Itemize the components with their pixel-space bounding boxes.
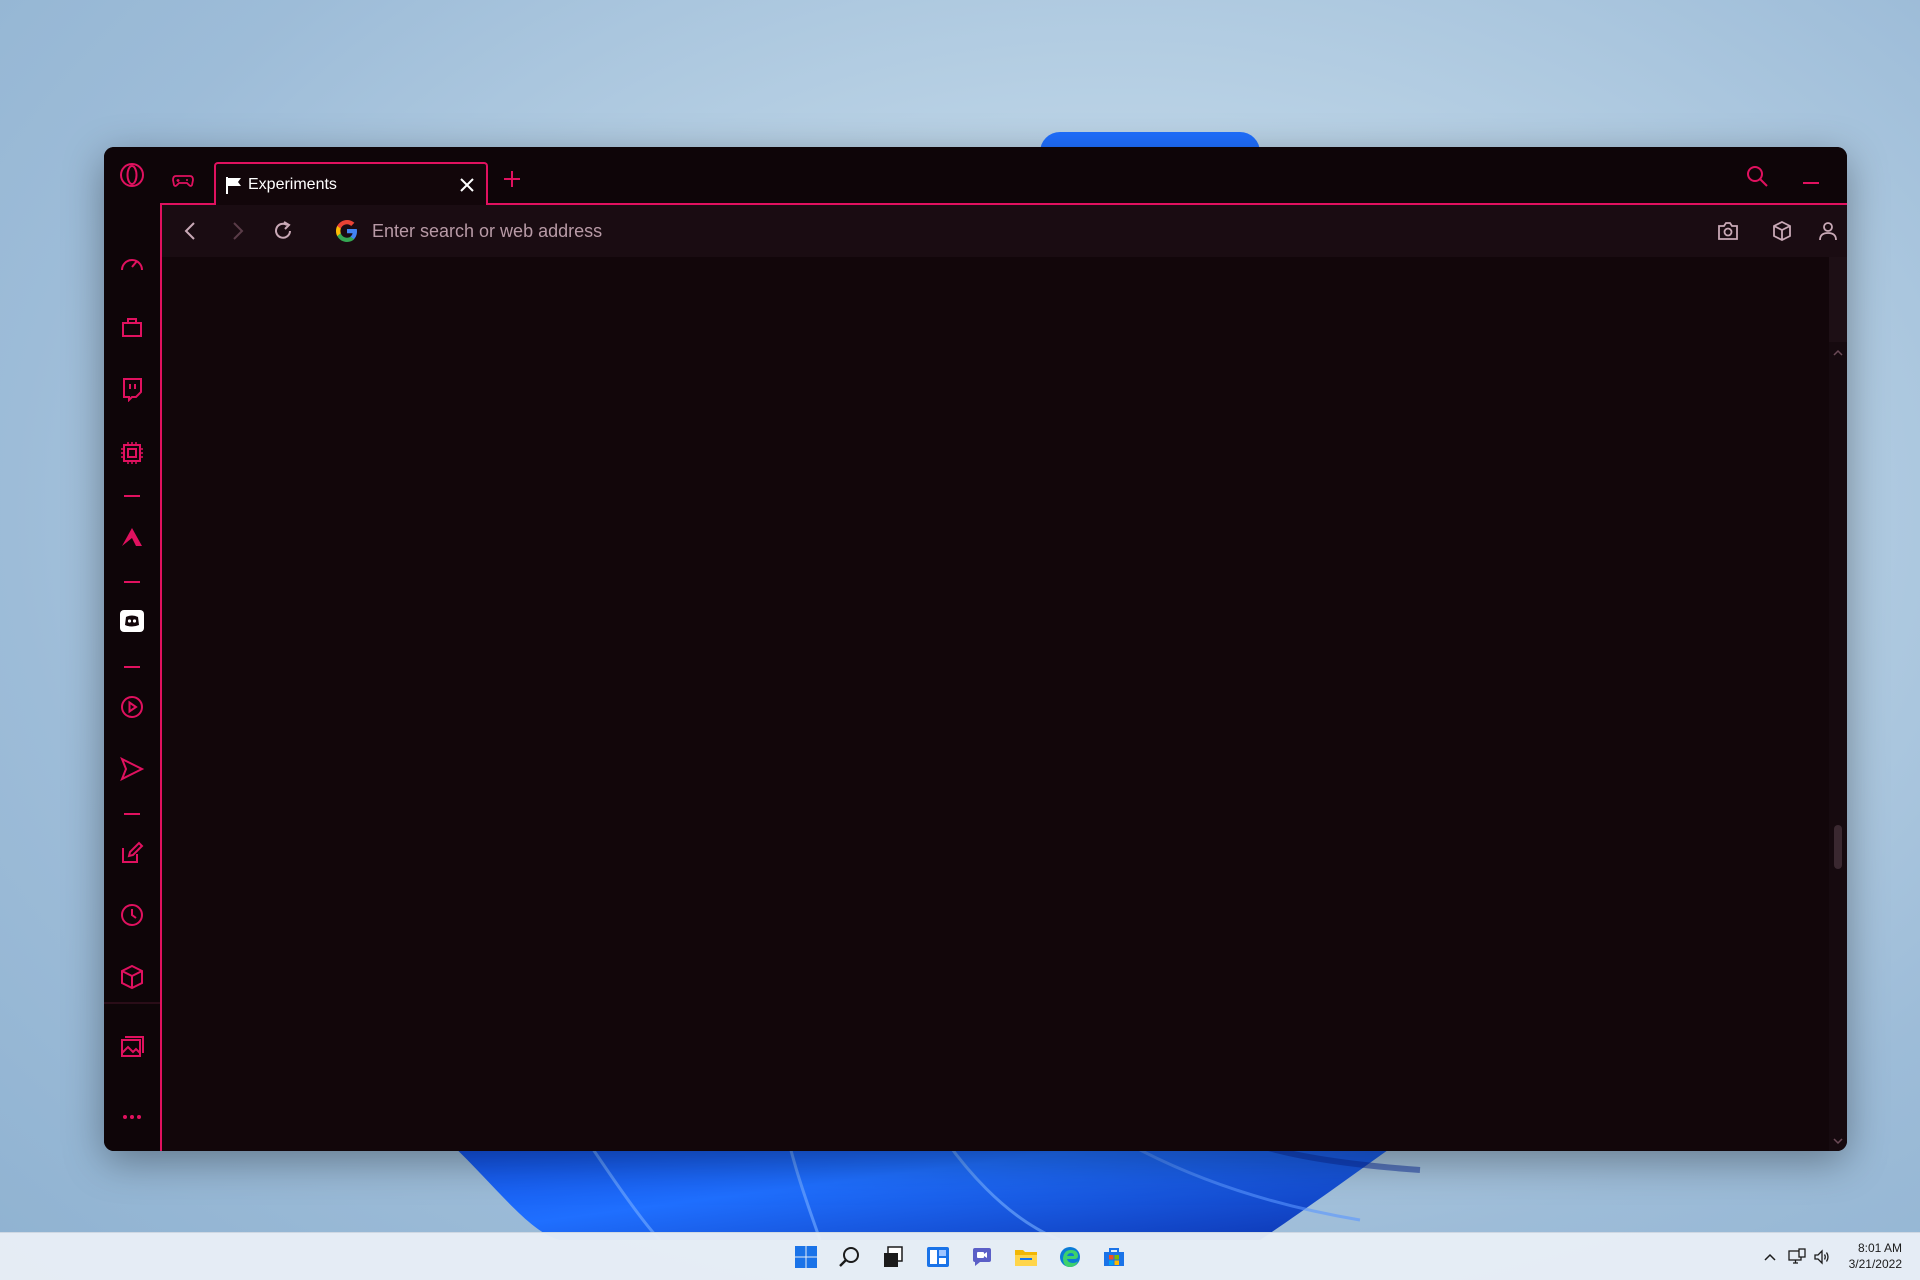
tab-close-icon[interactable]	[458, 176, 476, 194]
wallpaper-icon[interactable]	[116, 1031, 148, 1063]
scroll-down-icon[interactable]	[1832, 1135, 1844, 1147]
gx-control-icon[interactable]	[116, 249, 148, 281]
sidebar-divider	[124, 581, 140, 583]
store-icon[interactable]	[1098, 1241, 1130, 1273]
back-icon[interactable]	[178, 218, 204, 244]
aria-icon[interactable]	[116, 521, 148, 553]
flag-icon	[224, 175, 244, 195]
taskbar-clock[interactable]: 8:01 AM 3/21/2022	[1849, 1240, 1902, 1272]
windows-start-icon[interactable]	[790, 1241, 822, 1273]
player-icon[interactable]	[116, 691, 148, 723]
scroll-thumb[interactable]	[1834, 825, 1842, 869]
page-content	[160, 257, 1829, 1151]
send-icon[interactable]	[116, 753, 148, 785]
profile-icon[interactable]	[1815, 218, 1841, 244]
pinboard-icon[interactable]	[116, 837, 148, 869]
page-scrollbar[interactable]	[1829, 257, 1847, 1151]
task-view-icon[interactable]	[878, 1241, 910, 1273]
sidebar-divider	[124, 666, 140, 668]
clock-time: 8:01 AM	[1849, 1240, 1902, 1256]
tab-strip: Experiments	[160, 147, 1847, 205]
new-tab-icon[interactable]	[500, 167, 524, 191]
twitch-icon[interactable]	[116, 373, 148, 405]
history-icon[interactable]	[116, 899, 148, 931]
sidebar-bottom-divider	[104, 1002, 160, 1004]
opera-logo-icon[interactable]	[116, 159, 148, 191]
search-tabs-icon[interactable]	[1742, 161, 1772, 191]
gx-corner-icon[interactable]	[116, 311, 148, 343]
google-icon[interactable]	[334, 218, 360, 244]
cube-icon[interactable]	[1769, 218, 1795, 244]
extensions-icon[interactable]	[116, 961, 148, 993]
search-icon[interactable]	[834, 1241, 866, 1273]
tab-title: Experiments	[248, 176, 337, 194]
url-input[interactable]	[372, 215, 1272, 247]
scrollbar-track-top	[1829, 257, 1847, 342]
chat-icon[interactable]	[966, 1241, 998, 1273]
sidebar-divider	[124, 495, 140, 497]
reload-icon[interactable]	[270, 218, 296, 244]
scroll-up-icon[interactable]	[1832, 347, 1844, 359]
clock-date: 3/21/2022	[1849, 1256, 1902, 1272]
more-icon[interactable]	[116, 1101, 148, 1133]
sidebar-divider	[124, 813, 140, 815]
browser-window: Experiments	[104, 147, 1847, 1151]
forward-icon[interactable]	[224, 218, 250, 244]
edge-icon[interactable]	[1054, 1241, 1086, 1273]
gamepad-icon[interactable]	[168, 165, 198, 195]
camera-icon[interactable]	[1715, 218, 1741, 244]
minimize-icon[interactable]	[1796, 161, 1826, 191]
tab-experiments[interactable]: Experiments	[214, 162, 488, 207]
taskbar: 8:01 AM 3/21/2022	[0, 1232, 1920, 1280]
file-explorer-icon[interactable]	[1010, 1241, 1042, 1273]
chevron-up-icon[interactable]	[1760, 1247, 1780, 1267]
discord-icon[interactable]	[116, 605, 148, 637]
address-bar	[160, 205, 1847, 257]
network-icon[interactable]	[1787, 1247, 1807, 1267]
gx-cleaner-icon[interactable]	[116, 437, 148, 469]
sidebar	[104, 147, 160, 1151]
volume-icon[interactable]	[1812, 1247, 1832, 1267]
widgets-icon[interactable]	[922, 1241, 954, 1273]
